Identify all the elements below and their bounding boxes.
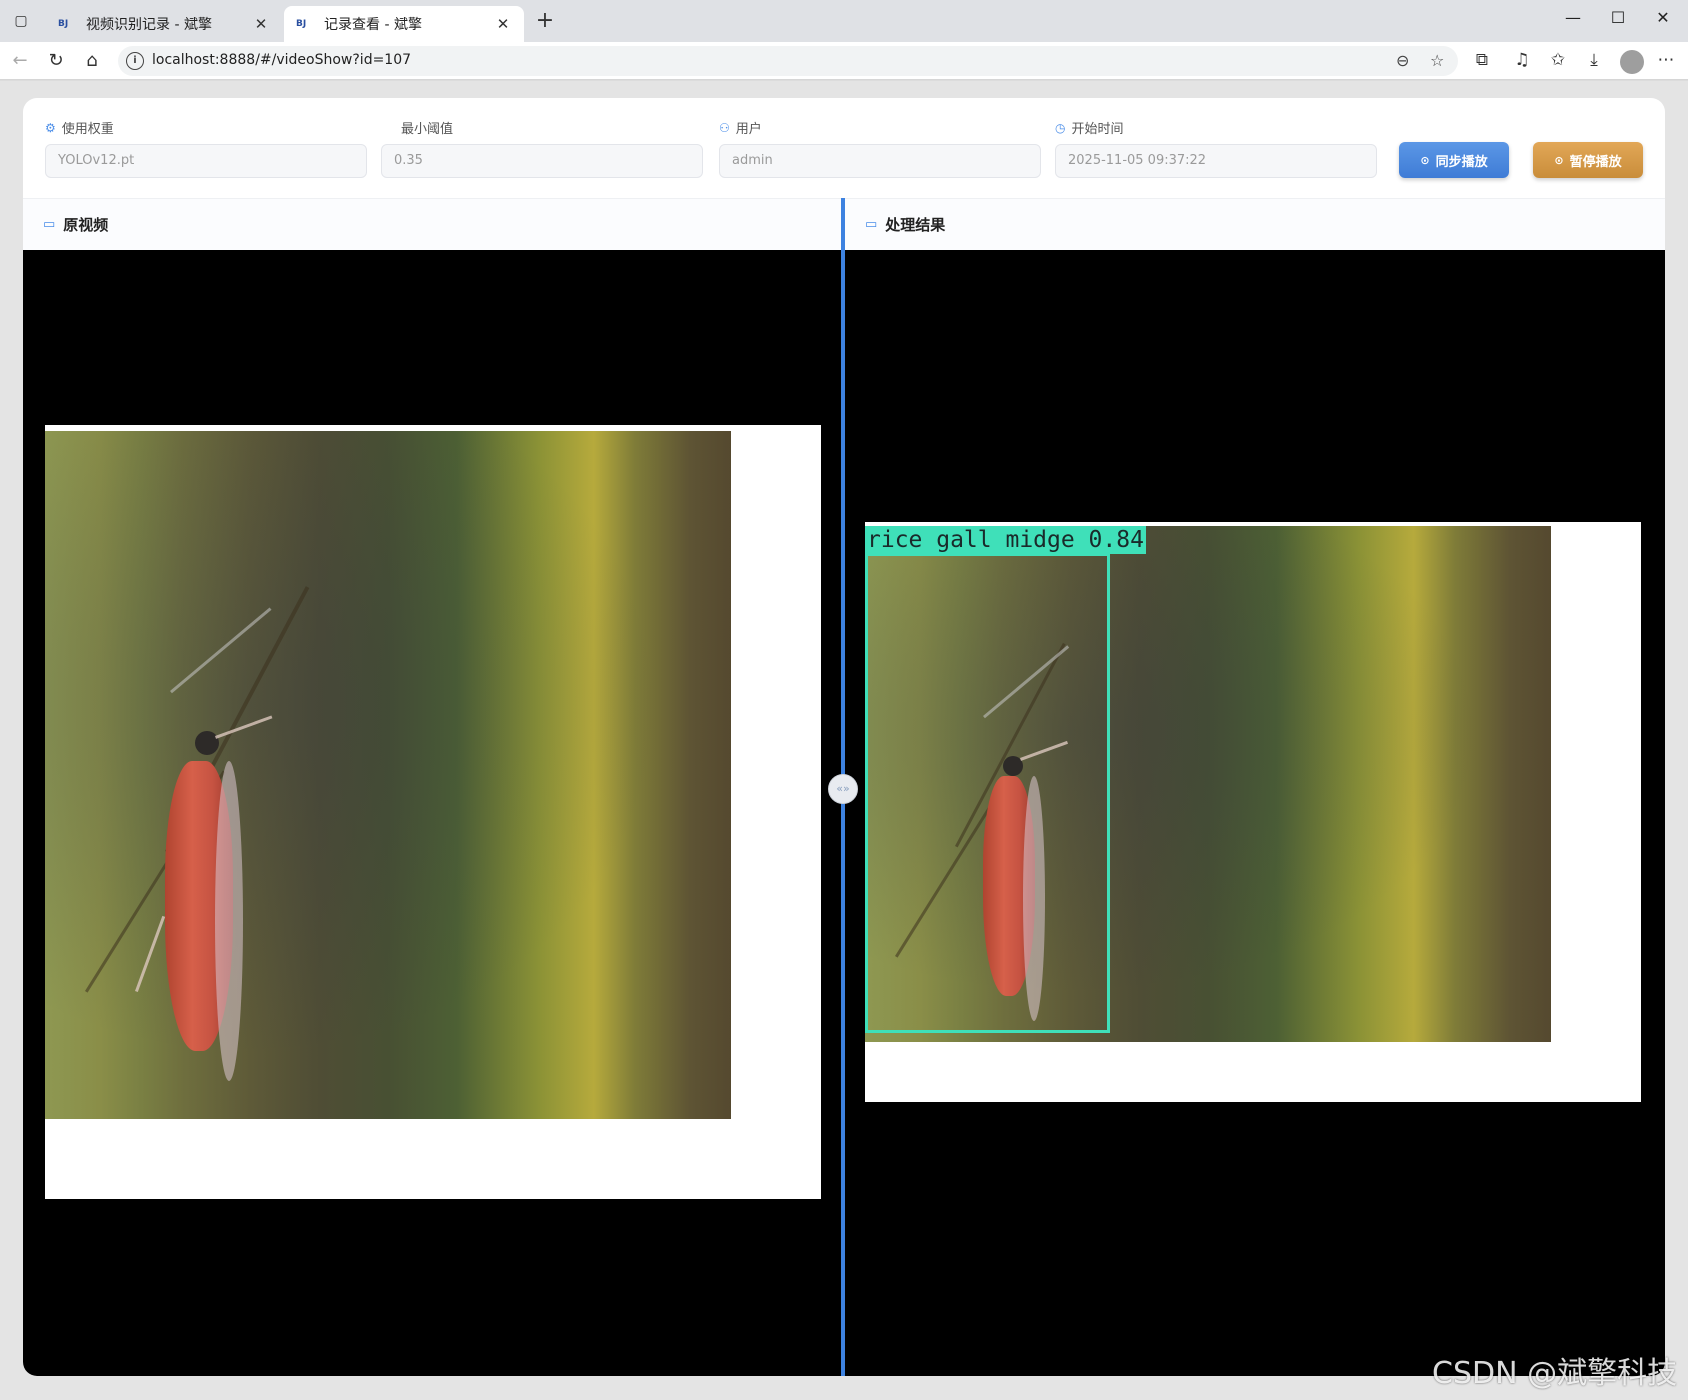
original-video-player[interactable] bbox=[23, 250, 841, 1376]
result-video-player[interactable]: rice gall midge 0.84 bbox=[845, 250, 1665, 1376]
panel-title: 处理结果 bbox=[885, 216, 946, 234]
profile-avatar[interactable] bbox=[1620, 50, 1644, 74]
tab-record-view[interactable]: BJ 记录查看 - 斌擎 ✕ bbox=[284, 6, 524, 42]
midge-image bbox=[45, 431, 731, 1119]
tab-video-records[interactable]: BJ 视频识别记录 - 斌擎 ✕ bbox=[46, 6, 282, 42]
browser-toolbar: ← ↻ ⌂ i localhost:8888/#/videoShow?id=10… bbox=[0, 42, 1688, 80]
weight-label: ⚙ 使用权重 bbox=[45, 120, 114, 138]
close-tab-icon[interactable]: ✕ bbox=[494, 15, 512, 33]
pause-play-button[interactable]: ⊙ 暂停播放 bbox=[1533, 142, 1643, 178]
result-video-frame: rice gall midge 0.84 bbox=[865, 522, 1641, 1102]
site-favicon: BJ bbox=[58, 19, 69, 29]
close-tab-icon[interactable]: ✕ bbox=[252, 15, 270, 33]
threshold-field[interactable]: 0.35 bbox=[381, 144, 703, 178]
video-frame bbox=[45, 425, 821, 1199]
start-time-field[interactable]: 2025-11-05 09:37:22 bbox=[1055, 144, 1377, 178]
zoom-icon[interactable]: ⊖ bbox=[1396, 51, 1409, 70]
new-tab-button[interactable]: + bbox=[532, 9, 558, 35]
address-url[interactable]: localhost:8888/#/videoShow?id=107 bbox=[152, 52, 411, 68]
detection-box bbox=[865, 553, 1110, 1033]
tab-title: 记录查看 - 斌擎 bbox=[324, 17, 422, 33]
user-label: ⚇ 用户 bbox=[719, 120, 762, 138]
video-camera-icon: ▭ bbox=[43, 217, 56, 232]
site-favicon: BJ bbox=[296, 19, 307, 29]
tab-actions-icon[interactable]: ▢ bbox=[10, 10, 32, 32]
sync-play-button[interactable]: ⊙ 同步播放 bbox=[1399, 142, 1509, 178]
read-aloud-icon[interactable]: ♫ bbox=[1510, 50, 1534, 70]
monitor-icon: ▭ bbox=[865, 217, 878, 232]
minimize-icon[interactable]: — bbox=[1558, 8, 1588, 27]
downloads-icon[interactable]: ⤓ bbox=[1582, 50, 1606, 70]
detection-label: rice gall midge 0.84 bbox=[865, 526, 1146, 554]
reload-icon[interactable]: ↻ bbox=[44, 50, 68, 72]
tab-strip: ▢ BJ 视频识别记录 - 斌擎 ✕ BJ 记录查看 - 斌擎 ✕ + — ☐ … bbox=[0, 0, 1688, 42]
weight-field[interactable]: YOLOv12.pt bbox=[45, 144, 367, 178]
play-circle-icon: ⊙ bbox=[1420, 153, 1430, 167]
extensions-icon[interactable]: ⧉ bbox=[1470, 50, 1494, 70]
user-field[interactable]: admin bbox=[719, 144, 1041, 178]
watermark: CSDN @斌擎科技 bbox=[1432, 1356, 1678, 1391]
more-menu-icon[interactable]: ⋯ bbox=[1654, 50, 1678, 70]
original-video-header: ▭ 原视频 bbox=[23, 198, 841, 250]
start-time-label: ◷ 开始时间 bbox=[1055, 120, 1124, 138]
cpu-icon: ⚙ bbox=[45, 120, 56, 135]
favorite-star-icon[interactable]: ☆ bbox=[1430, 51, 1444, 70]
midge-result-image: rice gall midge 0.84 bbox=[865, 526, 1551, 1042]
address-bar[interactable]: i localhost:8888/#/videoShow?id=107 ⊖ ☆ bbox=[118, 46, 1458, 76]
site-info-icon[interactable]: i bbox=[126, 52, 144, 70]
splitter-handle[interactable]: «» bbox=[828, 774, 858, 804]
result-video-header: ▭ 处理结果 bbox=[845, 198, 1665, 250]
home-icon[interactable]: ⌂ bbox=[80, 50, 104, 72]
back-icon[interactable]: ← bbox=[8, 50, 32, 72]
clock-icon: ◷ bbox=[1055, 120, 1066, 135]
threshold-label: 最小阈值 bbox=[401, 122, 454, 137]
tab-title: 视频识别记录 - 斌擎 bbox=[86, 17, 212, 33]
record-view-card: ⚙ 使用权重 YOLOv12.pt 最小阈值 0.35 ⚇ 用户 admin ◷… bbox=[23, 98, 1665, 1376]
panel-title: 原视频 bbox=[63, 216, 109, 234]
close-window-icon[interactable]: ✕ bbox=[1648, 8, 1678, 27]
maximize-icon[interactable]: ☐ bbox=[1603, 8, 1633, 27]
pause-circle-icon: ⊙ bbox=[1554, 153, 1564, 167]
user-icon: ⚇ bbox=[719, 120, 730, 135]
favorites-icon[interactable]: ✩ bbox=[1546, 50, 1570, 70]
